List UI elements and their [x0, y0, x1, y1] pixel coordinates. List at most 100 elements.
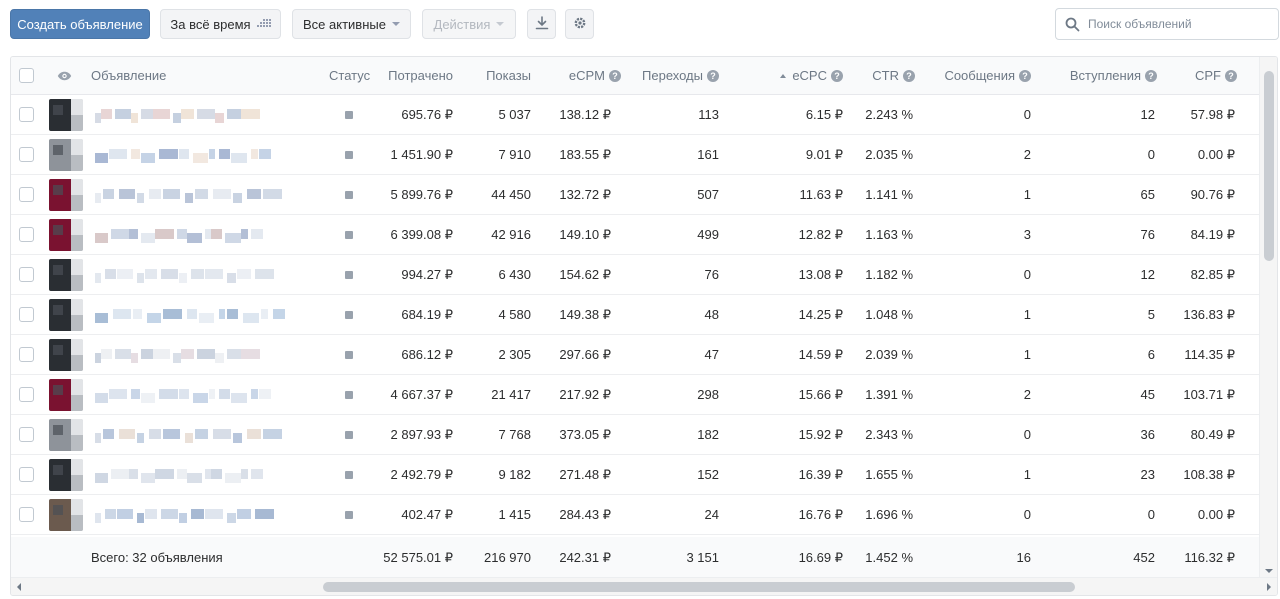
header-ad[interactable]: Объявление [91, 57, 166, 94]
ad-thumbnail[interactable] [49, 218, 83, 251]
status-cell[interactable] [345, 295, 353, 334]
row-checkbox[interactable] [19, 387, 34, 402]
table-row[interactable]: 402.47 ₽ 1 415 284.43 ₽ 24 16.76 ₽ 1.696 % 0 0 0… [11, 495, 1261, 535]
ad-title-blurred[interactable] [95, 505, 295, 525]
header-impressions[interactable]: Показы [461, 57, 531, 94]
ad-title-blurred[interactable] [95, 345, 295, 365]
ad-thumbnail[interactable] [49, 178, 83, 211]
row-checkbox[interactable] [19, 507, 34, 522]
ad-thumbnail[interactable] [49, 458, 83, 491]
row-checkbox[interactable] [19, 467, 34, 482]
table-row[interactable]: 2 897.93 ₽ 7 768 373.05 ₽ 182 15.92 ₽ 2.343 %… [11, 415, 1261, 455]
help-icon[interactable]: ? [831, 69, 843, 82]
table-row[interactable]: 684.19 ₽ 4 580 149.38 ₽ 48 14.25 ₽ 1.048 % 1 5 1… [11, 295, 1261, 335]
ad-title-blurred[interactable] [95, 265, 295, 285]
header-ecpc[interactable]: eCPC? [751, 57, 843, 94]
status-cell[interactable] [345, 95, 353, 134]
header-status[interactable]: Статус [329, 57, 370, 94]
help-icon[interactable]: ? [1225, 69, 1237, 82]
actions-dropdown[interactable]: Действия [422, 9, 516, 39]
vertical-scrollbar-thumb[interactable] [1264, 71, 1274, 261]
row-checkbox[interactable] [19, 347, 34, 362]
scroll-down-icon[interactable] [1265, 569, 1273, 573]
search-input[interactable] [1088, 17, 1268, 31]
status-cell[interactable] [345, 215, 353, 254]
help-icon[interactable]: ? [903, 69, 915, 82]
row-checkbox[interactable] [19, 107, 34, 122]
table-row[interactable]: 5 899.76 ₽ 44 450 132.72 ₽ 507 11.63 ₽ 1.141 … [11, 175, 1261, 215]
ad-title-blurred[interactable] [95, 145, 295, 165]
header-messages[interactable]: Сообщения? [921, 57, 1031, 94]
row-checkbox-cell[interactable] [19, 135, 34, 174]
search-field[interactable] [1055, 8, 1279, 40]
table-row[interactable]: 1 451.90 ₽ 7 910 183.55 ₽ 161 9.01 ₽ 2.035 % 2… [11, 135, 1261, 175]
status-cell[interactable] [345, 415, 353, 454]
row-checkbox[interactable] [19, 147, 34, 162]
help-icon[interactable]: ? [707, 69, 719, 82]
scroll-right-icon[interactable] [1267, 583, 1271, 591]
row-checkbox-cell[interactable] [19, 95, 34, 134]
row-checkbox-cell[interactable] [19, 495, 34, 534]
header-joins[interactable]: Вступления? [1041, 57, 1157, 94]
status-cell[interactable] [345, 455, 353, 494]
ad-title-blurred[interactable] [95, 425, 295, 445]
horizontal-scrollbar[interactable] [11, 577, 1277, 595]
status-cell[interactable] [345, 335, 353, 374]
row-checkbox-cell[interactable] [19, 175, 34, 214]
header-ctr[interactable]: CTR? [851, 57, 915, 94]
row-checkbox-cell[interactable] [19, 375, 34, 414]
table-row[interactable]: 994.27 ₽ 6 430 154.62 ₽ 76 13.08 ₽ 1.182 % 0 12… [11, 255, 1261, 295]
ad-title-blurred[interactable] [95, 465, 295, 485]
header-spent[interactable]: Потрачено [371, 57, 453, 94]
table-row[interactable]: 2 492.79 ₽ 9 182 271.48 ₽ 152 16.39 ₽ 1.655 %… [11, 455, 1261, 495]
row-checkbox-cell[interactable] [19, 255, 34, 294]
row-checkbox-cell[interactable] [19, 335, 34, 374]
table-row[interactable]: 695.76 ₽ 5 037 138.12 ₽ 113 6.15 ₽ 2.243 % 0 12… [11, 95, 1261, 135]
row-checkbox[interactable] [19, 427, 34, 442]
status-cell[interactable] [345, 175, 353, 214]
ad-thumbnail[interactable] [49, 98, 83, 131]
select-all-checkbox-cell[interactable] [19, 57, 34, 94]
period-button[interactable]: За всё время [160, 9, 281, 39]
scroll-left-icon[interactable] [17, 583, 21, 591]
help-icon[interactable]: ? [609, 69, 621, 82]
status-cell[interactable] [345, 375, 353, 414]
row-checkbox[interactable] [19, 267, 34, 282]
row-checkbox-cell[interactable] [19, 295, 34, 334]
header-cpf[interactable]: CPF? [1171, 57, 1237, 94]
table-row[interactable]: 4 667.37 ₽ 21 417 217.92 ₽ 298 15.66 ₽ 1.391 … [11, 375, 1261, 415]
ad-title-blurred[interactable] [95, 225, 295, 245]
ad-thumbnail[interactable] [49, 138, 83, 171]
status-filter-dropdown[interactable]: Все активные [292, 9, 411, 39]
ad-thumbnail[interactable] [49, 258, 83, 291]
ad-thumbnail[interactable] [49, 498, 83, 531]
row-checkbox-cell[interactable] [19, 455, 34, 494]
ad-thumbnail[interactable] [49, 378, 83, 411]
download-button[interactable] [527, 9, 556, 39]
header-clicks[interactable]: Переходы? [621, 57, 719, 94]
status-cell[interactable] [345, 135, 353, 174]
row-checkbox[interactable] [19, 187, 34, 202]
row-checkbox[interactable] [19, 227, 34, 242]
horizontal-scrollbar-thumb[interactable] [323, 582, 1075, 592]
vertical-scrollbar[interactable] [1259, 57, 1277, 579]
help-icon[interactable]: ? [1145, 69, 1157, 82]
table-row[interactable]: 686.12 ₽ 2 305 297.66 ₽ 47 14.59 ₽ 2.039 % 1 6 1… [11, 335, 1261, 375]
ad-title-blurred[interactable] [95, 105, 295, 125]
settings-button[interactable] [565, 9, 594, 39]
table-row[interactable]: 6 399.08 ₽ 42 916 149.10 ₽ 499 12.82 ₽ 1.163 … [11, 215, 1261, 255]
row-checkbox-cell[interactable] [19, 415, 34, 454]
help-icon[interactable]: ? [1019, 69, 1031, 82]
ad-thumbnail[interactable] [49, 338, 83, 371]
row-checkbox-cell[interactable] [19, 215, 34, 254]
select-all-checkbox[interactable] [19, 68, 34, 83]
status-cell[interactable] [345, 255, 353, 294]
header-ecpm[interactable]: eCPM? [541, 57, 621, 94]
ad-title-blurred[interactable] [95, 385, 295, 405]
ad-thumbnail[interactable] [49, 418, 83, 451]
status-cell[interactable] [345, 495, 353, 534]
ad-title-blurred[interactable] [95, 185, 295, 205]
ad-title-blurred[interactable] [95, 305, 295, 325]
row-checkbox[interactable] [19, 307, 34, 322]
create-ad-button[interactable]: Создать объявление [10, 9, 150, 39]
